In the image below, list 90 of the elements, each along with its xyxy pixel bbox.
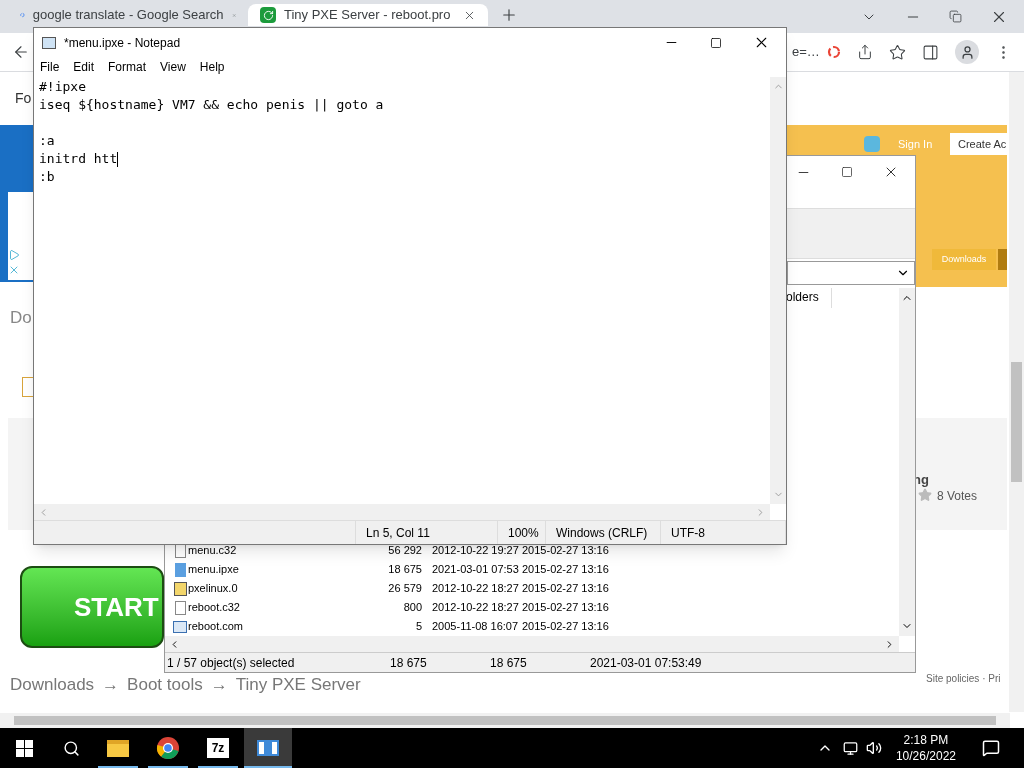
- vertical-scrollbar[interactable]: [1009, 72, 1024, 712]
- menu-item[interactable]: Help: [199, 58, 225, 76]
- modified-date: 2021-03-01 07:53: [432, 563, 519, 576]
- text-editor[interactable]: #!ipxe iseq ${hostname} VM7 && echo penis || goto a :a initrd htt :b: [34, 77, 770, 504]
- text-line: initrd htt: [39, 150, 118, 168]
- back-icon[interactable]: [12, 43, 30, 61]
- text-line: iseq ${hostname} VM7 && echo penis || goto a: [39, 96, 384, 114]
- browser-tab[interactable]: Tiny PXE Server - reboot.pro: [248, 4, 488, 26]
- notepad-icon: [42, 36, 56, 49]
- menu-item[interactable]: Edit: [73, 58, 95, 76]
- breadcrumb-link[interactable]: Boot tools: [127, 672, 203, 698]
- tab-title: google translate - Google Search: [32, 6, 224, 25]
- file-size: 5: [415, 619, 422, 635]
- file-size: 26 579: [388, 581, 422, 597]
- status-text: 18 675: [389, 654, 428, 672]
- modified-date: 2012-10-22 19:27: [432, 544, 519, 557]
- chrome-logo-icon: [156, 736, 180, 760]
- modified-date: 2012-10-22 18:27: [432, 601, 519, 614]
- file-name[interactable]: menu.c32: [188, 544, 237, 557]
- binary-file-icon: [173, 581, 187, 596]
- new-tab-icon[interactable]: [500, 6, 518, 24]
- status-text: 2021-03-01 07:53:49: [589, 654, 702, 672]
- menu-item[interactable]: Format: [108, 58, 147, 76]
- window-app-icon: [257, 740, 279, 756]
- modified-date: 2012-10-22 18:27: [432, 582, 519, 595]
- file-size: 800: [403, 600, 422, 616]
- create-account-button[interactable]: Create Ac: [950, 133, 1007, 155]
- breadcrumb-separator: →: [102, 674, 120, 696]
- horizontal-scrollbar[interactable]: [0, 713, 1010, 728]
- horizontal-scrollbar[interactable]: [165, 636, 899, 652]
- accent-strip: [998, 249, 1007, 270]
- status-text: 18 675: [489, 654, 528, 672]
- taskbar-app[interactable]: [244, 728, 292, 768]
- search-icon[interactable]: [63, 739, 80, 757]
- tab-title: Tiny PXE Server - reboot.pro: [284, 6, 452, 25]
- file-name[interactable]: menu.ipxe: [188, 563, 239, 576]
- breadcrumb-link[interactable]: Tiny PXE Server: [235, 672, 361, 698]
- star-icon: [918, 488, 932, 502]
- breadcrumb-separator: →: [210, 674, 228, 696]
- status-text: UTF-8: [661, 521, 786, 544]
- status-text: Ln 5, Col 11: [356, 521, 498, 544]
- footer-text[interactable]: Site policies · Pri: [926, 671, 1001, 686]
- clock-date[interactable]: 10/26/2022: [895, 748, 956, 764]
- menu-item[interactable]: View: [160, 58, 186, 76]
- file-size: 18 675: [388, 562, 422, 578]
- taskbar-app[interactable]: 7z: [194, 728, 242, 768]
- volume-icon[interactable]: [865, 740, 882, 756]
- vertical-scrollbar[interactable]: [899, 288, 915, 636]
- restore-icon[interactable]: [949, 10, 962, 23]
- share-icon[interactable]: [857, 44, 873, 60]
- breadcrumb-link[interactable]: Downloads: [10, 672, 95, 698]
- created-date: 2015-02-27 13:16: [522, 562, 609, 578]
- profile-avatar-icon[interactable]: [955, 40, 979, 64]
- created-date: 2015-02-27 13:16: [522, 581, 609, 597]
- side-panel-icon[interactable]: [922, 43, 939, 61]
- votes-count: 8 Votes: [937, 488, 978, 505]
- text-line: :b: [39, 168, 55, 186]
- maximize-icon[interactable]: [841, 166, 853, 178]
- path-field[interactable]: [787, 261, 915, 285]
- status-text: 1 / 57 object(s) selected: [166, 654, 296, 672]
- created-date: 2015-02-27 13:16: [522, 543, 609, 559]
- created-date: 2015-02-27 13:16: [522, 619, 609, 635]
- file-name[interactable]: pxelinux.0: [188, 582, 238, 595]
- application-icon: [173, 620, 187, 633]
- file-size: 56 292: [388, 543, 422, 559]
- script-file-icon: [174, 562, 186, 577]
- text-line: #!ipxe: [39, 78, 86, 96]
- created-date: 2015-02-27 13:16: [522, 600, 609, 616]
- windows-logo-icon[interactable]: [16, 739, 33, 757]
- window-title: *menu.ipxe - Notepad: [64, 34, 182, 52]
- file-name[interactable]: reboot.com: [188, 620, 244, 633]
- archive-app-icon: 7z: [207, 738, 229, 758]
- page-heading: Do: [10, 307, 32, 329]
- bookmark-star-icon[interactable]: [889, 43, 906, 61]
- file-icon: [174, 600, 186, 615]
- text-line: :a: [39, 132, 55, 150]
- ad-choices-icon: [8, 249, 20, 261]
- status-text: Windows (CRLF): [546, 521, 661, 544]
- file-name[interactable]: reboot.c32: [188, 601, 240, 614]
- network-icon[interactable]: [842, 740, 858, 756]
- nav-text[interactable]: Fo: [15, 88, 32, 109]
- notifications-icon[interactable]: [982, 739, 1000, 757]
- maximize-icon[interactable]: [710, 36, 722, 49]
- menu-item[interactable]: File: [40, 58, 60, 76]
- address-text[interactable]: e=…: [792, 42, 820, 62]
- clock-time[interactable]: 2:18 PM: [903, 732, 949, 748]
- status-text: 100%: [498, 521, 546, 544]
- modified-date: 2005-11-08 16:07: [432, 620, 519, 633]
- site-logo-icon: [260, 7, 276, 23]
- folder-icon: [107, 739, 129, 757]
